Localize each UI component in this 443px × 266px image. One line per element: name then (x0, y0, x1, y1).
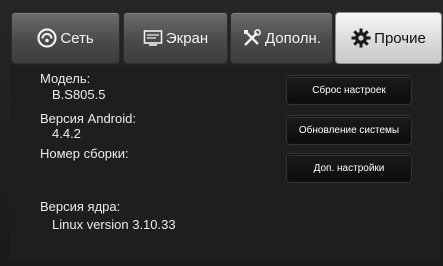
build-number-label: Номер сборки: (40, 146, 129, 161)
display-icon (143, 28, 163, 48)
tab-other-label: Прочие (374, 29, 426, 47)
tab-display-label: Экран (165, 29, 209, 47)
android-version-value: 4.4.2 (52, 126, 81, 141)
factory-reset-button[interactable]: Сброс настроек (287, 76, 411, 104)
tab-display[interactable]: Экран (123, 12, 228, 64)
gear-icon (351, 28, 371, 48)
extra-settings-button[interactable]: Доп. настройки (287, 154, 411, 182)
kernel-version-label: Версия ядра: (40, 199, 121, 214)
model-value: B.S805.5 (52, 87, 106, 102)
tab-other[interactable]: Прочие (335, 12, 442, 64)
settings-window: Сеть Экран Дополн. Прочие Модель: B.S805… (0, 0, 443, 266)
network-icon (37, 28, 57, 48)
android-version-label: Версия Android: (40, 111, 136, 126)
system-update-button[interactable]: Обновление системы (287, 116, 411, 144)
tab-network-label: Сеть (60, 29, 94, 47)
tab-network[interactable]: Сеть (11, 12, 120, 64)
kernel-version-value: Linux version 3.10.33 (52, 217, 176, 232)
tab-advanced-label: Дополн. (264, 29, 321, 47)
tab-advanced[interactable]: Дополн. (230, 12, 333, 64)
tools-icon (242, 28, 262, 48)
model-label: Модель: (40, 71, 91, 86)
